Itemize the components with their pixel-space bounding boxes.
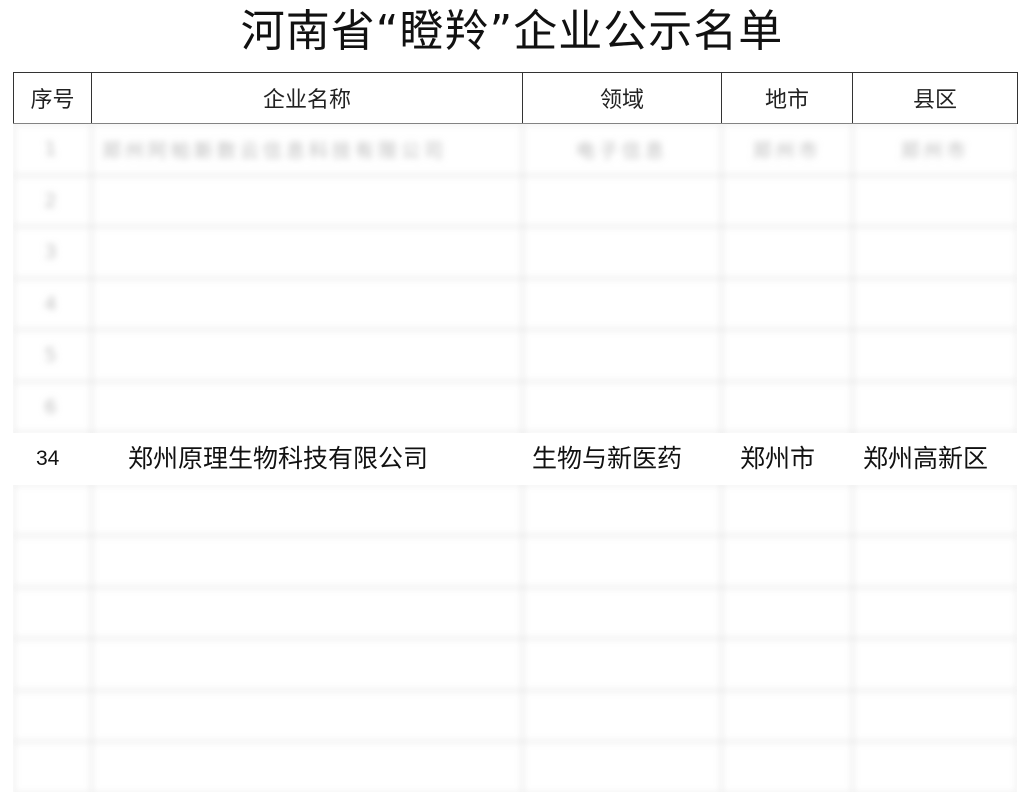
cell-county (852, 174, 1017, 227)
highlight-field: 生物与新医药 (532, 444, 683, 473)
cell-company-name (91, 586, 523, 639)
cell-field (522, 380, 722, 433)
cell-seq (13, 535, 92, 588)
roster-header-table: 序号 企业名称 领域 地市 县区 (13, 72, 1018, 124)
table-row: 2 (13, 174, 1017, 227)
cell-city (721, 277, 853, 330)
cell-seq (13, 638, 92, 691)
cell-company-name (91, 226, 523, 279)
cell-seq: 1 (13, 123, 92, 176)
cell-city (721, 483, 853, 536)
cell-city (721, 380, 853, 433)
cell-county (852, 277, 1017, 330)
cell-seq: 6 (13, 380, 92, 433)
table-row (13, 638, 1017, 691)
cell-field (522, 174, 722, 227)
table-row: 4 (13, 277, 1017, 330)
header-county: 县区 (852, 72, 1018, 124)
cell-city (721, 689, 853, 742)
cell-city (721, 586, 853, 639)
cell-county (852, 483, 1017, 536)
cell-seq (13, 741, 92, 792)
highlight-city: 郑州市 (740, 444, 816, 473)
table-row (13, 741, 1017, 792)
cell-company-name (91, 329, 523, 382)
cell-company-name (91, 638, 523, 691)
cell-company-name (91, 174, 523, 227)
cell-company-name (91, 689, 523, 742)
cell-county (852, 226, 1017, 279)
cell-seq: 4 (13, 277, 92, 330)
table-row: 6 (13, 380, 1017, 433)
cell-company-name (91, 535, 523, 588)
cell-field: 电子信息 (522, 123, 722, 176)
cell-county (852, 689, 1017, 742)
header-company-name: 企业名称 (91, 72, 523, 124)
cell-county (852, 535, 1017, 588)
cell-company-name (91, 277, 523, 330)
cell-company-name (91, 483, 523, 536)
cell-seq: 3 (13, 226, 92, 279)
cell-field (522, 483, 722, 536)
cell-city (721, 741, 853, 792)
cell-company-name (91, 380, 523, 433)
table-row: 5 (13, 329, 1017, 382)
header-city: 地市 (721, 72, 853, 124)
cell-city (721, 174, 853, 227)
highlight-seq: 34 (36, 447, 60, 470)
cell-county (852, 329, 1017, 382)
document-page: 河南省“瞪羚”企业公示名单 序号 企业名称 领域 地市 县区 1 郑州阿帕斯数云信… (0, 0, 1024, 792)
table-row (13, 689, 1017, 742)
cell-seq: 2 (13, 174, 92, 227)
cell-county (852, 741, 1017, 792)
cell-city (721, 226, 853, 279)
table-row (13, 586, 1017, 639)
cell-county (852, 638, 1017, 691)
table-row: 1 郑州阿帕斯数云信息科技有限公司 电子信息 郑州市 郑州市 (13, 123, 1017, 176)
cell-field (522, 535, 722, 588)
table-row (13, 535, 1017, 588)
cell-field (522, 689, 722, 742)
cell-county (852, 586, 1017, 639)
cell-field (522, 277, 722, 330)
highlight-county: 郑州高新区 (863, 444, 989, 473)
cell-city (721, 329, 853, 382)
highlighted-row: 34 郑州原理生物科技有限公司 生物与新医药 郑州市 郑州高新区 (13, 433, 1017, 485)
cell-county: 郑州市 (852, 123, 1017, 176)
cell-seq (13, 586, 92, 639)
cell-field (522, 226, 722, 279)
cell-seq (13, 689, 92, 742)
table-header-row: 序号 企业名称 领域 地市 县区 (13, 72, 1018, 124)
cell-seq: 5 (13, 329, 92, 382)
cell-seq (13, 483, 92, 536)
cell-company-name (91, 741, 523, 792)
cell-company-name: 郑州阿帕斯数云信息科技有限公司 (91, 123, 523, 176)
cell-city (721, 535, 853, 588)
cell-field (522, 586, 722, 639)
cell-field (522, 741, 722, 792)
header-seq: 序号 (13, 72, 92, 124)
cell-field (522, 638, 722, 691)
document-title: 河南省“瞪羚”企业公示名单 (240, 6, 784, 57)
cell-city: 郑州市 (721, 123, 853, 176)
header-field: 领域 (522, 72, 722, 124)
table-row (13, 483, 1017, 536)
cell-field (522, 329, 722, 382)
highlight-company-name: 郑州原理生物科技有限公司 (128, 444, 429, 473)
table-row: 3 (13, 226, 1017, 279)
cell-county (852, 380, 1017, 433)
cell-city (721, 638, 853, 691)
